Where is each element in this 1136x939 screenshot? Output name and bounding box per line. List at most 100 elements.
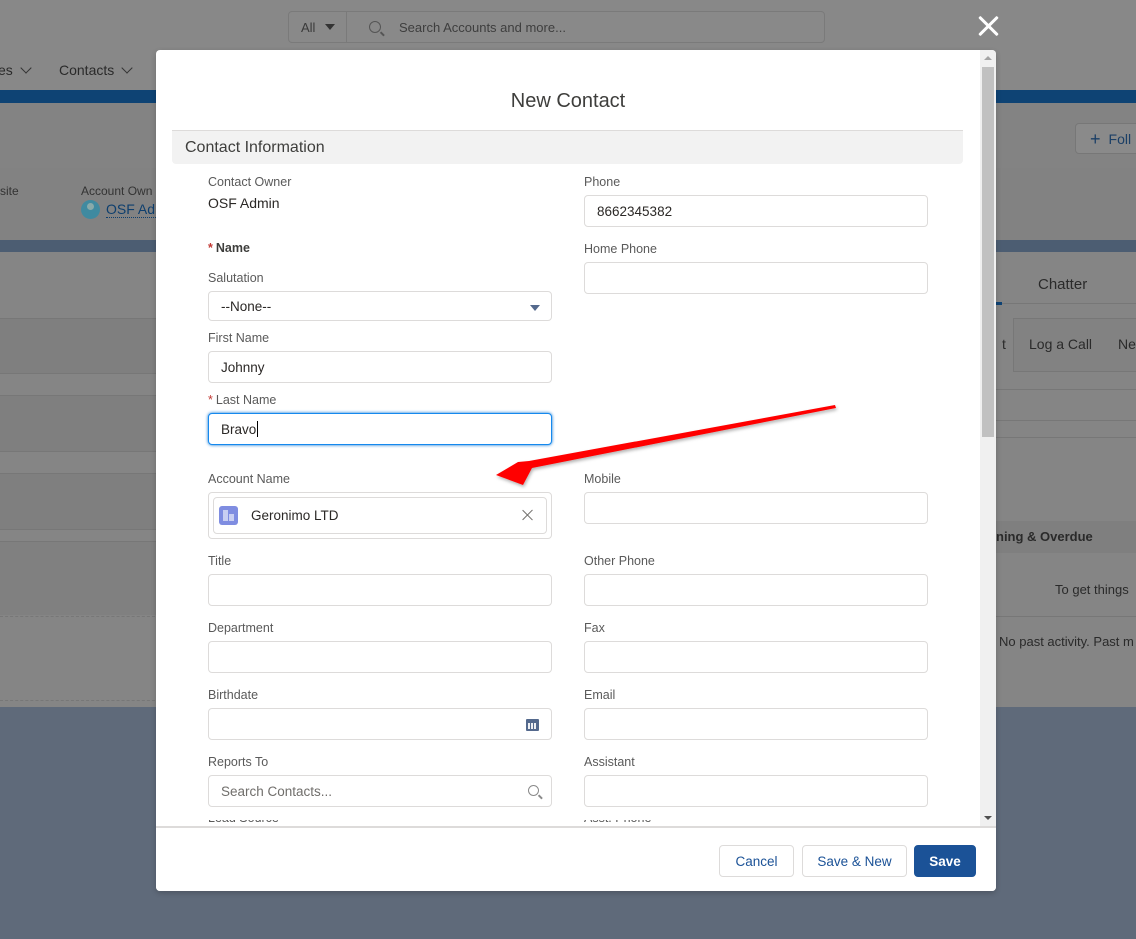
other-phone-label: Other Phone xyxy=(584,554,655,568)
modal-body: New Contact Contact Information Contact … xyxy=(156,50,996,826)
close-modal-icon[interactable] xyxy=(975,13,1001,39)
chevron-down-icon[interactable] xyxy=(20,62,32,74)
clear-selection-icon[interactable] xyxy=(522,509,534,521)
section-contact-information[interactable]: Contact Information xyxy=(172,130,963,164)
related-row xyxy=(0,541,160,615)
tab-chatter[interactable]: Chatter xyxy=(1038,276,1087,293)
plus-icon: + xyxy=(1090,128,1101,149)
search-icon xyxy=(528,785,539,796)
caret-down-icon xyxy=(325,24,336,30)
first-name-label: First Name xyxy=(208,331,270,345)
contact-owner-label: Contact Owner xyxy=(208,175,292,189)
action-truncated[interactable]: t xyxy=(1002,336,1006,352)
upcoming-overdue-label: ning & Overdue xyxy=(996,529,1093,544)
global-search[interactable]: All Search Accounts and more... xyxy=(288,11,825,43)
last-name-label: Last Name xyxy=(215,393,277,407)
save-button[interactable]: Save xyxy=(914,845,976,877)
divider xyxy=(996,437,1136,438)
scroll-down-arrow-icon[interactable] xyxy=(984,816,992,820)
divider xyxy=(0,700,160,701)
birthdate-label: Birthdate xyxy=(208,688,259,702)
calendar-icon[interactable] xyxy=(526,719,539,731)
search-placeholder[interactable]: Search Accounts and more... xyxy=(399,20,566,35)
upcoming-overdue-header[interactable]: ning & Overdue xyxy=(996,521,1136,553)
modal-title: New Contact xyxy=(510,90,626,112)
website-label: site xyxy=(0,184,19,198)
home-phone-input[interactable] xyxy=(584,262,928,294)
nav-item-contacts[interactable]: Contacts xyxy=(59,62,133,78)
assistant-label: Assistant xyxy=(584,755,635,769)
fax-label: Fax xyxy=(584,621,605,635)
tab-underline xyxy=(996,303,1136,304)
account-owner-label: Account Own xyxy=(81,184,153,198)
department-label: Department xyxy=(208,621,274,635)
name-group-label: * Name xyxy=(208,241,250,255)
new-contact-modal: New Contact Contact Information Contact … xyxy=(156,50,996,891)
related-row xyxy=(0,395,160,452)
chevron-down-icon[interactable] xyxy=(121,62,133,74)
nav-item-truncated[interactable]: es xyxy=(0,62,32,78)
reports-to-label: Reports To xyxy=(208,755,269,769)
reports-to-input[interactable]: Search Contacts... xyxy=(208,775,552,807)
save-and-new-button[interactable]: Save & New xyxy=(802,845,907,877)
user-avatar-icon xyxy=(81,200,100,219)
global-header: All Search Accounts and more... xyxy=(0,0,1136,50)
department-input[interactable] xyxy=(208,641,552,673)
mobile-input[interactable] xyxy=(584,492,928,524)
nav-item-label: es xyxy=(0,62,13,78)
scrollbar-thumb[interactable] xyxy=(982,67,994,437)
contact-owner-value: OSF Admin xyxy=(208,195,280,211)
caret-down-icon xyxy=(530,305,540,311)
activity-actions: t Log a Call Ne xyxy=(1002,318,1136,372)
email-input[interactable] xyxy=(584,708,928,740)
required-marker: * xyxy=(208,241,213,255)
cancel-button[interactable]: Cancel xyxy=(719,845,794,877)
title-input[interactable] xyxy=(208,574,552,606)
modal-scrollbar[interactable] xyxy=(980,50,996,826)
phone-value: 8662345382 xyxy=(597,203,673,219)
account-name-value: Geronimo LTD xyxy=(251,508,339,523)
search-scope-dropdown[interactable]: All xyxy=(289,12,347,42)
active-tab-indicator xyxy=(996,302,1002,305)
search-icon xyxy=(369,21,381,33)
required-marker: * xyxy=(208,393,213,407)
phone-input[interactable]: 8662345382 xyxy=(584,195,928,227)
first-name-input[interactable]: Johnny xyxy=(208,351,552,383)
account-name-label: Account Name xyxy=(208,472,290,486)
follow-label: Foll xyxy=(1108,130,1132,147)
reports-to-placeholder: Search Contacts... xyxy=(221,783,333,799)
related-row xyxy=(0,473,160,530)
log-a-call-button[interactable]: Log a Call xyxy=(1029,336,1092,352)
follow-button[interactable]: + Foll xyxy=(1075,123,1136,154)
salutation-label: Salutation xyxy=(208,271,264,285)
last-name-input[interactable]: Bravo xyxy=(208,413,552,445)
account-owner[interactable]: OSF Adr xyxy=(81,200,160,219)
salutation-select[interactable]: --None-- xyxy=(208,291,552,321)
scroll-up-arrow-icon[interactable] xyxy=(984,56,992,60)
new-action-button[interactable]: Ne xyxy=(1118,336,1136,352)
divider xyxy=(0,616,160,617)
account-name-pill[interactable]: Geronimo LTD xyxy=(213,497,547,534)
fax-input[interactable] xyxy=(584,641,928,673)
title-label: Title xyxy=(208,554,232,568)
no-past-activity-text: No past activity. Past m xyxy=(999,634,1134,649)
other-phone-input[interactable] xyxy=(584,574,928,606)
account-name-field[interactable]: Geronimo LTD xyxy=(208,492,552,539)
search-scope-label: All xyxy=(301,19,316,35)
last-name-value: Bravo xyxy=(221,421,257,437)
assistant-input[interactable] xyxy=(584,775,928,807)
nav-item-label: Contacts xyxy=(59,62,115,78)
divider xyxy=(996,616,1136,617)
account-owner-link[interactable]: OSF Adr xyxy=(106,201,160,218)
home-phone-label: Home Phone xyxy=(584,242,657,256)
birthdate-input[interactable] xyxy=(208,708,552,740)
name-label: Name xyxy=(215,241,250,255)
divider xyxy=(996,389,1136,390)
mobile-label: Mobile xyxy=(584,472,621,486)
salutation-value: --None-- xyxy=(221,298,272,314)
text-cursor xyxy=(257,421,259,437)
divider xyxy=(996,420,1136,421)
email-label: Email xyxy=(584,688,616,702)
get-started-text: To get things xyxy=(1055,582,1129,597)
account-icon xyxy=(219,506,238,525)
